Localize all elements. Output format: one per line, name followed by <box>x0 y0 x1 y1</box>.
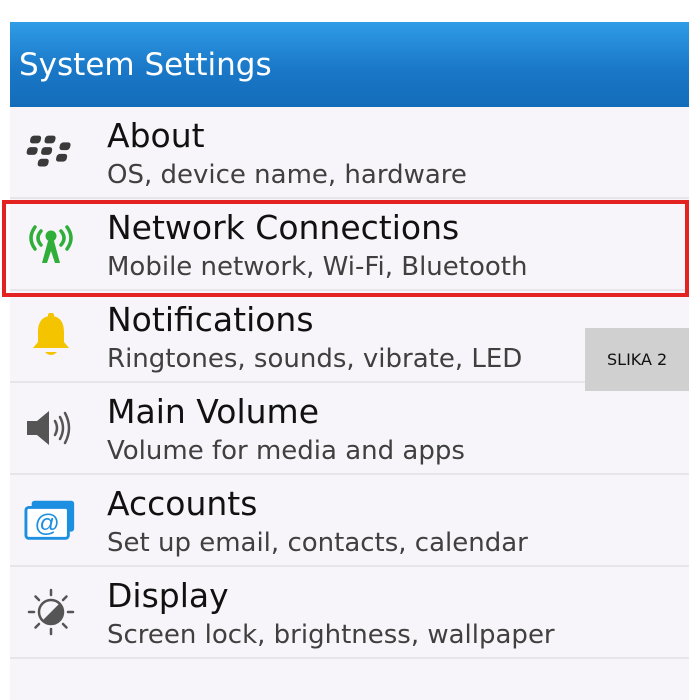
blackberry-logo-icon <box>24 125 78 179</box>
item-title: Network Connections <box>107 208 460 247</box>
item-subtitle: Set up email, contacts, calendar <box>107 528 528 558</box>
bell-icon <box>24 309 78 363</box>
item-title: Main Volume <box>107 392 320 431</box>
brightness-icon <box>24 585 78 639</box>
item-title: Notifications <box>107 300 314 339</box>
caption-label: SLIKA 2 <box>585 328 689 391</box>
item-subtitle: Screen lock, brightness, wallpaper <box>107 620 555 650</box>
item-subtitle: Ringtones, sounds, vibrate, LED <box>107 344 523 374</box>
item-subtitle: Volume for media and apps <box>107 436 465 466</box>
list-item-about[interactable]: About OS, device name, hardware <box>10 107 689 199</box>
list-item-main-volume[interactable]: Main Volume Volume for media and apps <box>10 383 689 475</box>
svg-text:@: @ <box>34 510 59 538</box>
item-title: Display <box>107 576 229 615</box>
item-subtitle: OS, device name, hardware <box>107 160 467 190</box>
antenna-icon <box>24 217 78 271</box>
item-subtitle: Mobile network, Wi-Fi, Bluetooth <box>107 252 528 282</box>
item-title: About <box>107 116 205 155</box>
list-item-display[interactable]: Display Screen lock, brightness, wallpap… <box>10 567 689 659</box>
title-bar: System Settings <box>10 22 689 107</box>
page-title: System Settings <box>19 46 272 83</box>
caption-text: SLIKA 2 <box>607 350 668 369</box>
item-title: Accounts <box>107 484 258 523</box>
speaker-icon <box>24 401 78 455</box>
settings-list: About OS, device name, hardware Network … <box>10 107 689 700</box>
list-item-network-connections[interactable]: Network Connections Mobile network, Wi-F… <box>10 199 689 291</box>
at-sign-icon: @ <box>24 493 78 547</box>
list-item-accounts[interactable]: @ Accounts Set up email, contacts, calen… <box>10 475 689 567</box>
